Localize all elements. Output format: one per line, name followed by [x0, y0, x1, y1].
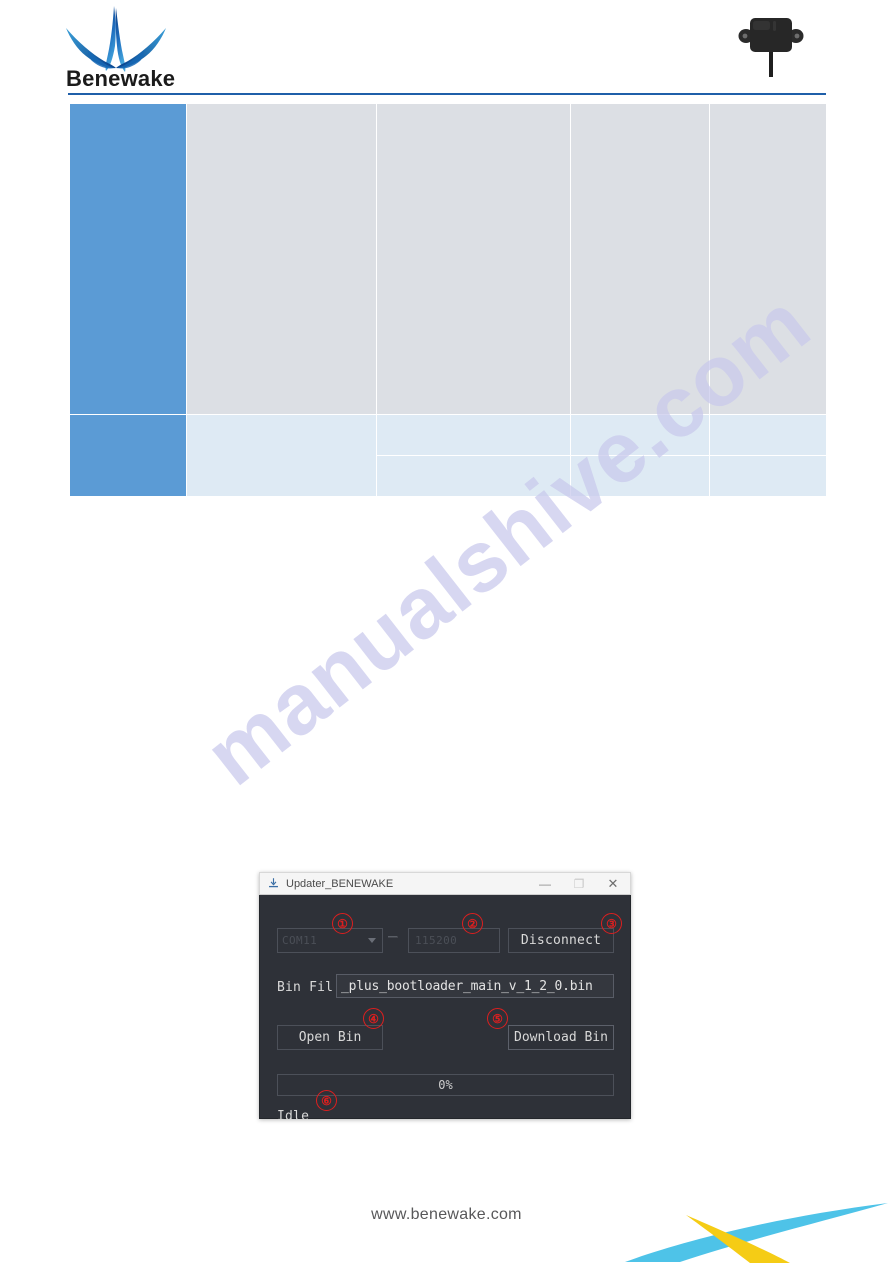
dialog-title-text: Updater_BENEWAKE — [286, 877, 394, 890]
table-row-label — [69, 103, 187, 415]
baud-rate-input[interactable]: 115200 — [408, 928, 500, 953]
table-cell — [709, 103, 827, 415]
table-cell — [709, 414, 827, 456]
bin-file-input[interactable]: _plus_bootloader_main_v_1_2_0.bin — [336, 974, 614, 998]
brand-logo: Benewake — [64, 6, 176, 94]
callout-marker-6: ⑥ — [316, 1090, 337, 1111]
open-bin-button[interactable]: Open Bin — [277, 1025, 383, 1050]
lidar-sensor-device-icon — [738, 18, 804, 77]
chevron-down-icon — [368, 938, 376, 943]
minimize-button[interactable]: — — [528, 873, 562, 894]
brand-wordmark: Benewake — [66, 66, 176, 91]
table-cell — [376, 455, 571, 497]
table-row-label — [69, 414, 187, 497]
maximize-button[interactable]: ❐ — [562, 873, 596, 894]
port-select[interactable]: COM11 — [277, 928, 383, 953]
updater-dialog-window[interactable]: Updater_BENEWAKE — ❐ ✕ COM11 115200 Disc… — [259, 872, 631, 1124]
field-separator-dash — [388, 936, 398, 938]
table-cell — [570, 414, 710, 456]
disconnect-button[interactable]: Disconnect — [508, 928, 614, 953]
callout-marker-4: ④ — [363, 1008, 384, 1029]
table-cell — [186, 414, 377, 497]
benewake-swoosh-art-icon — [625, 1203, 888, 1263]
table-cell — [709, 455, 827, 497]
table-row — [69, 103, 827, 415]
dialog-title-bar[interactable]: Updater_BENEWAKE — ❐ ✕ — [259, 872, 631, 895]
table-row — [69, 414, 827, 497]
callout-marker-1: ① — [332, 913, 353, 934]
benewake-splash-logo — [66, 6, 166, 72]
download-bin-button[interactable]: Download Bin — [508, 1025, 614, 1050]
table-cell — [186, 103, 377, 415]
header-divider-rule — [68, 93, 826, 95]
table-cell — [376, 414, 571, 456]
table-cell — [570, 103, 710, 415]
close-icon[interactable]: ✕ — [596, 873, 630, 894]
callout-marker-3: ③ — [601, 913, 622, 934]
spec-table — [69, 103, 827, 497]
callout-marker-2: ② — [462, 913, 483, 934]
page-header: Benewake — [0, 0, 893, 100]
table-cell — [376, 103, 571, 415]
window-controls: — ❐ ✕ — [528, 873, 630, 894]
progress-percent-label: 0% — [438, 1078, 453, 1092]
bin-file-label: Bin Fil — [277, 980, 334, 995]
updater-app-icon — [269, 878, 278, 888]
dialog-body: COM11 115200 Disconnect Bin Fil _plus_bo… — [259, 895, 631, 1124]
port-select-value: COM11 — [282, 934, 318, 947]
baud-rate-value: 115200 — [415, 934, 458, 947]
table-cell — [570, 455, 710, 497]
status-idle-label: Idle — [277, 1109, 310, 1124]
callout-marker-5: ⑤ — [487, 1008, 508, 1029]
